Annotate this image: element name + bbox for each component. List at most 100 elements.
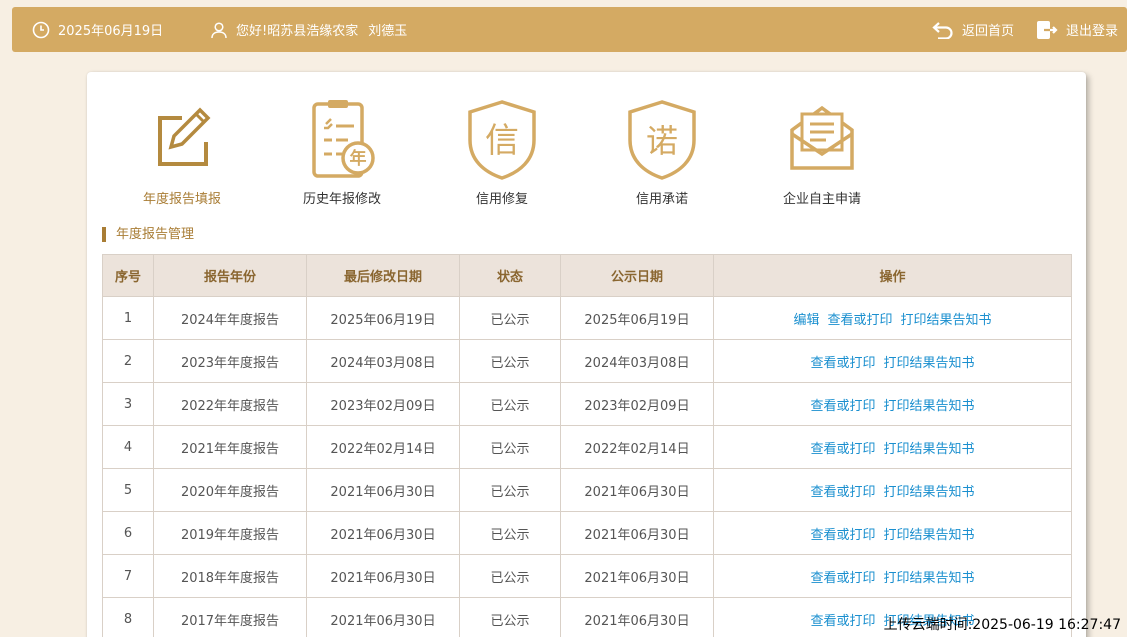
cell-no: 6 <box>102 511 154 555</box>
shield-xin-icon: 信 <box>468 100 536 180</box>
menu-label: 企业自主申请 <box>782 192 861 207</box>
print-notice-link[interactable]: 打印结果告知书 <box>884 356 975 371</box>
cell-status: 已公示 <box>459 554 561 598</box>
cell-year: 2018年年度报告 <box>153 554 307 598</box>
top-bar: 2025年06月19日 您好! 昭苏县浩缘农家 刘德玉 返回首页 退出登录 <box>12 7 1127 52</box>
cell-modified: 2022年02月14日 <box>306 425 460 469</box>
return-icon <box>932 21 953 39</box>
cell-modified: 2021年06月30日 <box>306 468 460 512</box>
company-name: 昭苏县浩缘农家 <box>267 24 359 39</box>
cell-ops: 查看或打印 打印结果告知书 <box>713 511 1072 555</box>
user-name: 刘德玉 <box>368 24 408 39</box>
year-char: 年 <box>350 148 367 169</box>
print-notice-link[interactable]: 打印结果告知书 <box>884 528 975 543</box>
pencil-edit-icon <box>158 107 211 166</box>
edit-link[interactable]: 编辑 <box>793 313 819 328</box>
menu-annual-report-fill[interactable]: 年度报告填报 <box>117 98 247 207</box>
cell-ops: 查看或打印 打印结果告知书 <box>713 425 1072 469</box>
home-button[interactable]: 返回首页 <box>932 7 1014 52</box>
cell-status: 已公示 <box>459 597 561 637</box>
cell-modified: 2024年03月08日 <box>306 339 460 383</box>
table-row: 5 2020年年度报告 2021年06月30日 已公示 2021年06月30日 查看或打印… <box>102 468 1072 512</box>
cell-status: 已公示 <box>459 382 561 426</box>
nuo-char: 诺 <box>646 122 678 160</box>
home-label: 返回首页 <box>962 24 1015 39</box>
table-header-row: 序号 报告年份 最后修改日期 状态 公示日期 操作 <box>102 254 1072 297</box>
cell-published: 2025年06月19日 <box>560 296 714 340</box>
function-menu: 年度报告填报 年 历史年报修改 信 信用修复 诺 信用承诺 企业自主申请 <box>87 72 1086 212</box>
view-print-link[interactable]: 查看或打印 <box>810 356 875 371</box>
cell-year: 2021年年度报告 <box>153 425 307 469</box>
cell-year: 2024年年度报告 <box>153 296 307 340</box>
view-print-link[interactable]: 查看或打印 <box>810 571 875 586</box>
greeting: 您好! <box>236 24 268 39</box>
col-header-no: 序号 <box>102 254 154 297</box>
logout-button[interactable]: 退出登录 <box>1036 7 1118 52</box>
shield-nuo-icon: 诺 <box>628 100 696 180</box>
print-notice-link[interactable]: 打印结果告知书 <box>884 485 975 500</box>
menu-label: 信用承诺 <box>635 192 688 207</box>
cell-ops: 查看或打印 打印结果告知书 <box>713 468 1072 512</box>
cell-no: 2 <box>102 339 154 383</box>
cell-published: 2021年06月30日 <box>560 511 714 555</box>
cell-published: 2021年06月30日 <box>560 554 714 598</box>
cell-year: 2022年年度报告 <box>153 382 307 426</box>
print-notice-link[interactable]: 打印结果告知书 <box>884 571 975 586</box>
view-print-link[interactable]: 查看或打印 <box>810 442 875 457</box>
cell-no: 3 <box>102 382 154 426</box>
cell-status: 已公示 <box>459 339 561 383</box>
cell-published: 2021年06月30日 <box>560 597 714 637</box>
envelope-icon <box>790 105 854 170</box>
cell-status: 已公示 <box>459 296 561 340</box>
cell-published: 2021年06月30日 <box>560 468 714 512</box>
view-print-link[interactable]: 查看或打印 <box>810 614 875 629</box>
view-print-link[interactable]: 查看或打印 <box>810 485 875 500</box>
view-print-link[interactable]: 查看或打印 <box>810 528 875 543</box>
cell-no: 7 <box>102 554 154 598</box>
menu-label: 历史年报修改 <box>302 192 381 207</box>
table-row: 6 2019年年度报告 2021年06月30日 已公示 2021年06月30日 查看或打印… <box>102 511 1072 555</box>
menu-credit-repair[interactable]: 信 信用修复 <box>437 98 567 207</box>
cell-published: 2024年03月08日 <box>560 339 714 383</box>
cell-ops: 查看或打印 打印结果告知书 <box>713 554 1072 598</box>
cell-status: 已公示 <box>459 511 561 555</box>
table-row: 1 2024年年度报告 2025年06月19日 已公示 2025年06月19日 编辑 查看或… <box>102 296 1072 340</box>
upload-timestamp: 上传云端时间:2025-06-19 16:27:47 <box>883 617 1121 633</box>
cell-ops: 查看或打印 打印结果告知书 <box>713 339 1072 383</box>
cell-modified: 2025年06月19日 <box>306 296 460 340</box>
col-header-status: 状态 <box>459 254 561 297</box>
view-print-link[interactable]: 查看或打印 <box>827 313 892 328</box>
print-notice-link[interactable]: 打印结果告知书 <box>901 313 992 328</box>
table-row: 4 2021年年度报告 2022年02月14日 已公示 2022年02月14日 查看或打印… <box>102 425 1072 469</box>
menu-label: 信用修复 <box>475 192 528 207</box>
cell-year: 2023年年度报告 <box>153 339 307 383</box>
cell-no: 1 <box>102 296 154 340</box>
cell-ops: 编辑 查看或打印 打印结果告知书 <box>713 296 1072 340</box>
cell-ops: 查看或打印 打印结果告知书 <box>713 382 1072 426</box>
view-print-link[interactable]: 查看或打印 <box>810 399 875 414</box>
clipboard-year-icon: 年 <box>312 100 375 178</box>
table-row: 7 2018年年度报告 2021年06月30日 已公示 2021年06月30日 查看或打印… <box>102 554 1072 598</box>
user-icon <box>211 21 227 38</box>
cell-no: 4 <box>102 425 154 469</box>
print-notice-link[interactable]: 打印结果告知书 <box>884 399 975 414</box>
section-title: 年度报告管理 <box>102 227 194 242</box>
cell-published: 2023年02月09日 <box>560 382 714 426</box>
current-date: 2025年06月19日 <box>58 24 164 39</box>
col-header-ops: 操作 <box>713 254 1072 297</box>
cell-status: 已公示 <box>459 425 561 469</box>
xin-char: 信 <box>485 121 519 161</box>
main-card: 年度报告填报 年 历史年报修改 信 信用修复 诺 信用承诺 企业自主申请 年度报… <box>87 72 1086 637</box>
menu-history-report-edit[interactable]: 年 历史年报修改 <box>277 98 407 207</box>
print-notice-link[interactable]: 打印结果告知书 <box>884 442 975 457</box>
cell-modified: 2023年02月09日 <box>306 382 460 426</box>
cell-year: 2017年年度报告 <box>153 597 307 637</box>
menu-credit-commitment[interactable]: 诺 信用承诺 <box>597 98 727 207</box>
menu-label: 年度报告填报 <box>142 192 221 207</box>
cell-year: 2019年年度报告 <box>153 511 307 555</box>
annual-report-table: 序号 报告年份 最后修改日期 状态 公示日期 操作 1 2024年年度报告 2025… <box>102 254 1072 637</box>
cell-modified: 2021年06月30日 <box>306 554 460 598</box>
menu-enterprise-application[interactable]: 企业自主申请 <box>757 98 887 207</box>
cell-status: 已公示 <box>459 468 561 512</box>
table-row: 3 2022年年度报告 2023年02月09日 已公示 2023年02月09日 查看或打印… <box>102 382 1072 426</box>
